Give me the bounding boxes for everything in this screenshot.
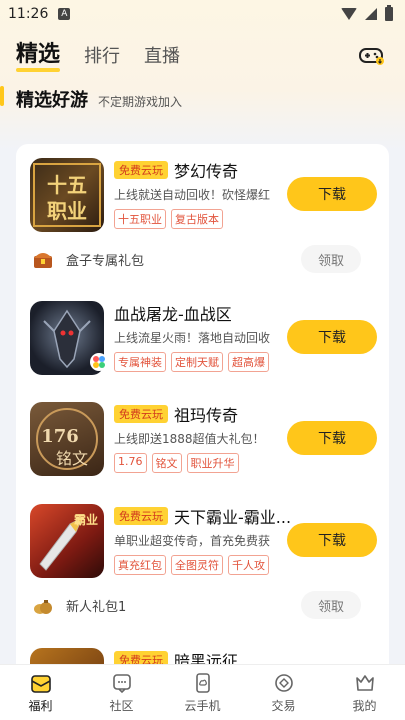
nav-label: 交易 [271,698,296,713]
game-name: 天下霸业-霸业... [174,508,292,527]
game-tag: 全图灵符 [171,555,223,575]
game-name: 血战屠龙-血战区 [114,305,232,324]
game-item[interactable]: 血战屠龙-血战区 上线流星火雨！落地自动回收 专属神装 定制天赋 超高爆 下载 [16,287,389,379]
game-info: 免费云玩 梦幻传奇 上线就送自动回收！砍怪爆红 十五职业 复古版本 [114,158,310,229]
game-icon: 霸业 [30,504,104,578]
claim-button[interactable]: 领取 [301,591,361,619]
game-tag: 定制天赋 [171,352,223,372]
nav-cloud-phone[interactable]: 云手机 [173,672,233,714]
game-info: 血战屠龙-血战区 上线流星火雨！落地自动回收 专属神装 定制天赋 超高爆 [114,301,310,372]
svg-text:176: 176 [41,426,79,447]
wifi-icon [341,8,357,20]
notification-a-icon: A [58,8,71,20]
nav-label: 福利 [28,698,53,713]
gift-label: 新人礼包1 [66,599,127,615]
status-time: 11:26 [8,6,49,22]
game-tags: 1.76 铭文 职业升华 [114,453,310,473]
download-button[interactable]: 下载 [287,177,377,211]
game-name: 梦幻传奇 [174,162,239,181]
game-tags: 十五职业 复古版本 [114,209,310,229]
tab-featured[interactable]: 精选 [16,36,61,74]
tab-live[interactable]: 直播 [144,42,180,74]
tab-ranking[interactable]: 排行 [84,42,120,74]
battery-icon [385,5,393,21]
game-tag: 铭文 [151,453,182,473]
svg-text:铭文: 铭文 [56,449,88,468]
game-description: 上线即送1888超值大礼包！ [114,432,265,446]
game-icon: 176 铭文 [30,402,104,476]
game-tag: 真充红包 [114,555,166,575]
game-tag: 专属神装 [114,352,166,372]
signal-icon [365,8,377,20]
game-info: 免费云玩 祖玛传奇 上线即送1888超值大礼包！ 1.76 铭文 职业升华 [114,402,310,473]
game-tag: 职业升华 [186,453,239,473]
top-tab-bar: 精选 排行 直播 [0,28,405,74]
nav-welfare[interactable]: 福利 [11,672,71,714]
profile-icon [355,674,374,691]
status-bar: 11:26 A [0,0,405,28]
nav-trade[interactable]: 交易 [254,672,314,714]
nav-label: 我的 [352,698,377,713]
game-tags: 专属神装 定制天赋 超高爆 [114,352,310,372]
cloud-phone-icon [195,672,210,693]
download-button[interactable]: 下载 [287,523,377,557]
gift-row: 新人礼包1 领取 [16,587,389,623]
download-button[interactable]: 下载 [287,421,377,455]
section-title: 精选好游 [16,90,88,111]
community-icon [112,673,131,693]
svg-text:职业: 职业 [47,199,87,223]
game-tag: 十五职业 [114,209,166,229]
section-accent-bar [0,86,4,106]
free-cloud-badge[interactable]: 免费云玩 [114,507,168,525]
game-icon: 十五 职业 [30,158,104,232]
game-tag: 超高爆 [228,352,269,372]
section-header: 精选好游 不定期游戏加入 [0,74,405,112]
game-tags: 真充红包 全图灵符 千人攻 [114,555,310,575]
treasure-chest-icon [34,253,52,268]
game-item[interactable]: 176 铭文 免费云玩 祖玛传奇 上线即送1888超值大礼包！ 1.76 铭文 … [16,388,389,480]
game-info: 免费云玩 天下霸业-霸业... 单职业超变传奇，首充免费获 真充红包 全图灵符 … [114,504,310,575]
welfare-icon [30,674,51,693]
app-store-badge-icon [90,353,108,371]
claim-button[interactable]: 领取 [301,245,361,273]
game-item[interactable]: 霸业 免费云玩 天下霸业-霸业... 单职业超变传奇，首充免费获 真充红包 全图… [16,490,389,582]
gift-label: 盒子专属礼包 [66,253,145,269]
free-cloud-badge[interactable]: 免费云玩 [114,161,168,179]
gamepad-icon[interactable] [359,46,385,66]
nav-label: 云手机 [184,698,221,713]
coin-bag-icon [34,600,52,614]
nav-community[interactable]: 社区 [92,672,152,714]
trade-icon [274,673,293,692]
section-subtitle: 不定期游戏加入 [98,95,183,109]
game-description: 单职业超变传奇，首充免费获 [114,534,271,548]
game-tag: 1.76 [114,453,147,473]
game-description: 上线流星火雨！落地自动回收 [114,331,271,345]
svg-text:霸业: 霸业 [74,512,98,527]
nav-label: 社区 [109,698,134,713]
featured-games-card: 十五 职业 免费云玩 梦幻传奇 上线就送自动回收！砍怪爆红 十五职业 复古版本 … [16,144,389,684]
game-description: 上线就送自动回收！砍怪爆红 [114,188,271,202]
bottom-nav-bar: 福利 社区 云手机 交易 我的 [0,664,405,720]
game-tag: 复古版本 [171,209,223,229]
game-item[interactable]: 十五 职业 免费云玩 梦幻传奇 上线就送自动回收！砍怪爆红 十五职业 复古版本 … [16,144,389,236]
game-name: 祖玛传奇 [174,406,239,425]
svg-text:十五: 十五 [47,173,87,197]
gift-row: 盒子专属礼包 领取 [16,241,389,277]
free-cloud-badge[interactable]: 免费云玩 [114,405,168,423]
game-tag: 千人攻 [228,555,269,575]
nav-profile[interactable]: 我的 [335,672,395,714]
download-button[interactable]: 下载 [287,320,377,354]
